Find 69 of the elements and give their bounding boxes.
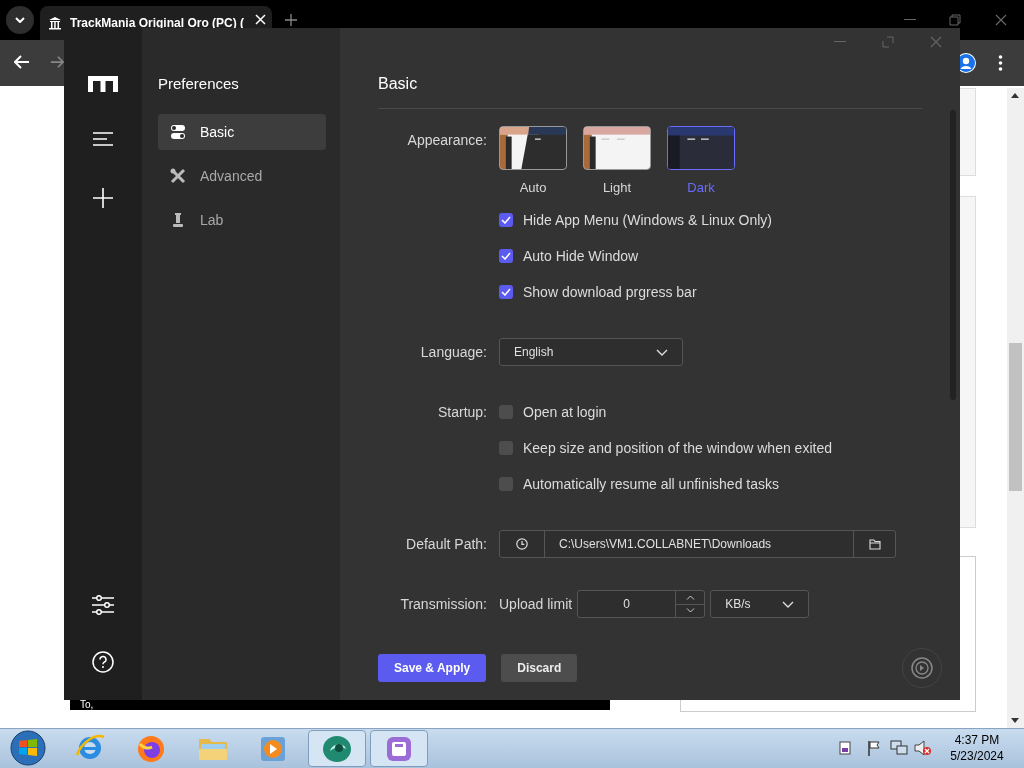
logo-icon [88,76,118,92]
language-dropdown[interactable]: English [499,338,683,366]
usb-icon[interactable] [838,740,852,756]
upload-limit-label: Upload limit [499,595,573,614]
taskbar-button[interactable] [308,730,366,767]
help-icon[interactable] [92,651,114,673]
building-icon [48,16,62,30]
checkbox[interactable] [499,477,513,491]
field-label: Language: [420,343,487,362]
field-label: Appearance: [407,131,487,150]
theme-label[interactable]: Auto [519,178,547,198]
disk-app-icon [386,735,412,762]
nav-item[interactable]: Advanced [158,158,326,194]
field-label: Startup: [437,403,487,422]
theme-label[interactable]: Light [602,178,632,198]
forward-arrow-icon[interactable] [50,55,64,69]
theme-option[interactable] [499,126,567,170]
discard-button[interactable]: Discard [501,654,578,682]
page-text: To, [80,700,94,710]
chevron-down-icon [656,348,668,356]
checkbox-label[interactable]: Open at login [523,401,607,423]
start-button[interactable] [9,730,47,766]
checkbox[interactable] [499,285,513,299]
sidebar-title: Preferences [158,74,240,94]
checkbox[interactable] [499,405,513,419]
flag-icon[interactable] [867,740,881,756]
checkbox[interactable] [499,441,513,455]
chevron-down-icon [15,17,25,23]
round-app-icon [322,734,352,763]
field-label: Default Path: [406,535,487,554]
checkbox-label[interactable]: Hide App Menu (Windows & Linux Only) [523,209,772,231]
scroll-down-icon[interactable] [1011,718,1019,723]
settings-sliders-icon[interactable] [92,595,114,615]
unit-dropdown[interactable]: KB/s [710,590,810,618]
checkbox-label[interactable]: Show download prgress bar [523,281,697,303]
nav-item[interactable]: Lab [158,202,326,238]
checkbox[interactable] [499,213,513,227]
save-button[interactable]: Save & Apply [378,654,487,682]
new-tab-icon[interactable] [285,14,297,26]
back-arrow-icon[interactable] [14,55,30,69]
scrollbar-thumb[interactable] [1009,343,1022,491]
theme-preview-drawing [668,127,734,169]
checkbox[interactable] [499,249,513,263]
clock-time[interactable]: 4:37 PM [953,733,1001,748]
decrement-icon [685,608,695,614]
taskbar-button[interactable] [370,730,428,767]
more-options-icon[interactable] [998,55,1003,71]
checkbox-label[interactable]: Keep size and position of the window when exited [523,437,832,459]
media-player-icon[interactable] [258,734,288,764]
field-label: Transmission: [400,595,487,614]
chevron-down-icon [782,600,795,608]
menu-icon[interactable] [93,132,113,146]
checkbox-label[interactable]: Auto Hide Window [523,245,639,267]
checkbox-label[interactable]: Automatically resume all unfinished tasks [523,473,779,495]
nav-item[interactable]: Basic [158,114,326,150]
increment-icon [685,594,695,600]
theme-option[interactable] [583,126,651,170]
minimize-icon[interactable] [904,19,916,21]
section-title: Basic [378,74,419,94]
speaker-muted-icon[interactable] [914,740,932,756]
theme-preview-drawing [584,127,650,169]
scroll-up-icon[interactable] [1011,93,1019,98]
number-field[interactable]: 0 [577,590,706,618]
gauge-icon [910,656,934,680]
theme-preview-drawing [500,127,566,169]
clock-date[interactable]: 5/23/2024 [944,749,1010,764]
plus-icon[interactable] [93,188,113,208]
toggle-switches-icon [170,124,186,140]
network-icon[interactable] [890,740,908,756]
